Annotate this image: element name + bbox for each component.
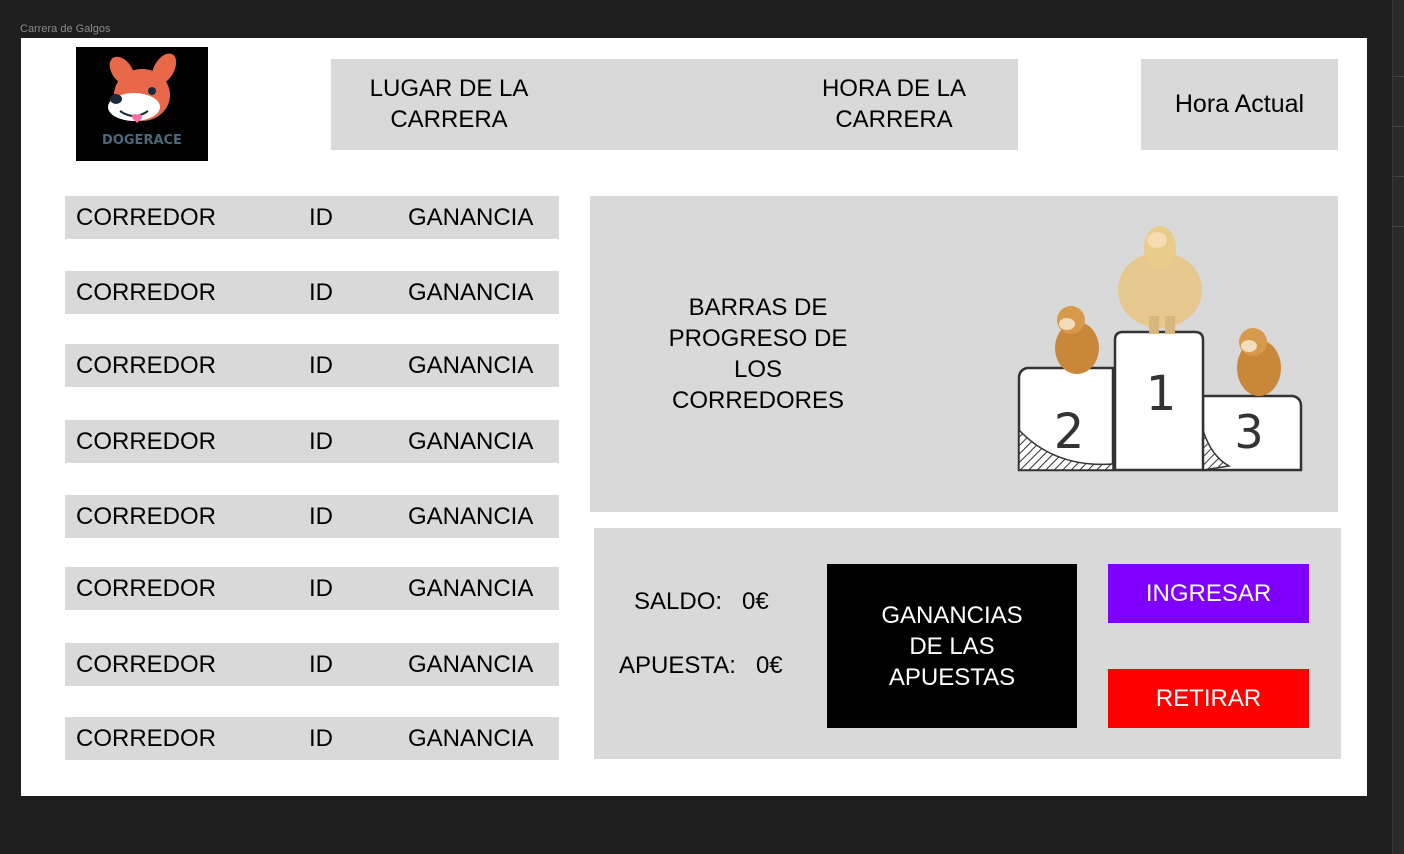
balance-value: 0€ bbox=[742, 588, 769, 615]
runner-name: CORREDOR bbox=[76, 279, 217, 306]
runner-name: CORREDOR bbox=[76, 651, 217, 678]
doge-third-icon bbox=[1237, 328, 1281, 396]
runner-name: CORREDOR bbox=[76, 204, 217, 231]
runner-name: CORREDOR bbox=[76, 575, 217, 602]
runner-winnings: GANANCIA bbox=[408, 279, 534, 306]
table-row[interactable]: CORREDOR ID GANANCIA bbox=[65, 344, 559, 387]
bet-label: APUESTA: bbox=[619, 652, 736, 679]
table-row[interactable]: CORREDOR ID GANANCIA bbox=[65, 567, 559, 610]
runner-winnings: GANANCIA bbox=[408, 428, 534, 455]
table-row[interactable]: CORREDOR ID GANANCIA bbox=[65, 643, 559, 686]
runner-id: ID bbox=[309, 725, 333, 752]
podium-third-label: 3 bbox=[1234, 405, 1263, 459]
runner-id: ID bbox=[309, 279, 333, 306]
runner-winnings: GANANCIA bbox=[408, 651, 534, 678]
balance-label: SALDO: bbox=[634, 588, 723, 615]
race-info-header: LUGAR DE LA CARRERA HORA DE LA CARRERA bbox=[331, 59, 1018, 150]
dogerace-logo: DOGERACE bbox=[76, 47, 208, 161]
runner-progress-panel: BARRAS DE PROGRESO DE LOS CORREDORES 1 2… bbox=[590, 196, 1338, 512]
app-canvas: DOGERACE LUGAR DE LA CARRERA HORA DE LA … bbox=[21, 38, 1367, 796]
runner-id: ID bbox=[309, 204, 333, 231]
runner-name: CORREDOR bbox=[76, 428, 217, 455]
bet-winnings-box: GANANCIAS DE LAS APUESTAS bbox=[827, 564, 1077, 728]
frame-title: Carrera de Galgos bbox=[20, 23, 111, 35]
right-scrollbar[interactable] bbox=[1392, 0, 1404, 854]
runner-name: CORREDOR bbox=[76, 352, 217, 379]
runner-winnings: GANANCIA bbox=[408, 352, 534, 379]
table-row[interactable]: CORREDOR ID GANANCIA bbox=[65, 271, 559, 314]
runner-winnings: GANANCIA bbox=[408, 575, 534, 602]
runner-id: ID bbox=[309, 651, 333, 678]
runner-winnings: GANANCIA bbox=[408, 503, 534, 530]
podium-second-label: 2 bbox=[1054, 404, 1085, 460]
table-row[interactable]: CORREDOR ID GANANCIA bbox=[65, 420, 559, 463]
current-time-box: Hora Actual bbox=[1141, 59, 1338, 150]
withdraw-button[interactable]: RETIRAR bbox=[1108, 669, 1309, 728]
buff-doge-icon bbox=[1118, 226, 1202, 334]
runner-name: CORREDOR bbox=[76, 503, 217, 530]
runner-name: CORREDOR bbox=[76, 725, 217, 752]
doge-second-icon bbox=[1055, 306, 1099, 374]
race-time-label: HORA DE LA CARRERA bbox=[821, 75, 967, 133]
runner-id: ID bbox=[309, 503, 333, 530]
table-row[interactable]: CORREDOR ID GANANCIA bbox=[65, 495, 559, 538]
wallet-panel: SALDO: 0€ APUESTA: 0€ GANANCIAS DE LAS A… bbox=[594, 528, 1341, 759]
runner-id: ID bbox=[309, 575, 333, 602]
podium-first-label: 1 bbox=[1146, 366, 1177, 422]
runner-winnings: GANANCIA bbox=[408, 725, 534, 752]
race-place-label: LUGAR DE LA CARRERA bbox=[369, 75, 529, 133]
deposit-button[interactable]: INGRESAR bbox=[1108, 564, 1309, 623]
dog-logo-icon: DOGERACE bbox=[76, 47, 208, 161]
runner-id: ID bbox=[309, 428, 333, 455]
logo-text: DOGERACE bbox=[102, 133, 182, 148]
progress-placeholder-label: BARRAS DE PROGRESO DE LOS CORREDORES bbox=[668, 294, 848, 414]
balance-readout: SALDO: 0€ bbox=[634, 588, 769, 616]
runner-winnings: GANANCIA bbox=[408, 204, 534, 231]
bet-readout: APUESTA: 0€ bbox=[619, 652, 783, 680]
podium-image: 1 2 3 bbox=[1017, 226, 1303, 472]
table-row[interactable]: CORREDOR ID GANANCIA bbox=[65, 717, 559, 760]
table-row[interactable]: CORREDOR ID GANANCIA bbox=[65, 196, 559, 239]
bet-value: 0€ bbox=[755, 652, 783, 679]
runner-id: ID bbox=[309, 352, 333, 379]
